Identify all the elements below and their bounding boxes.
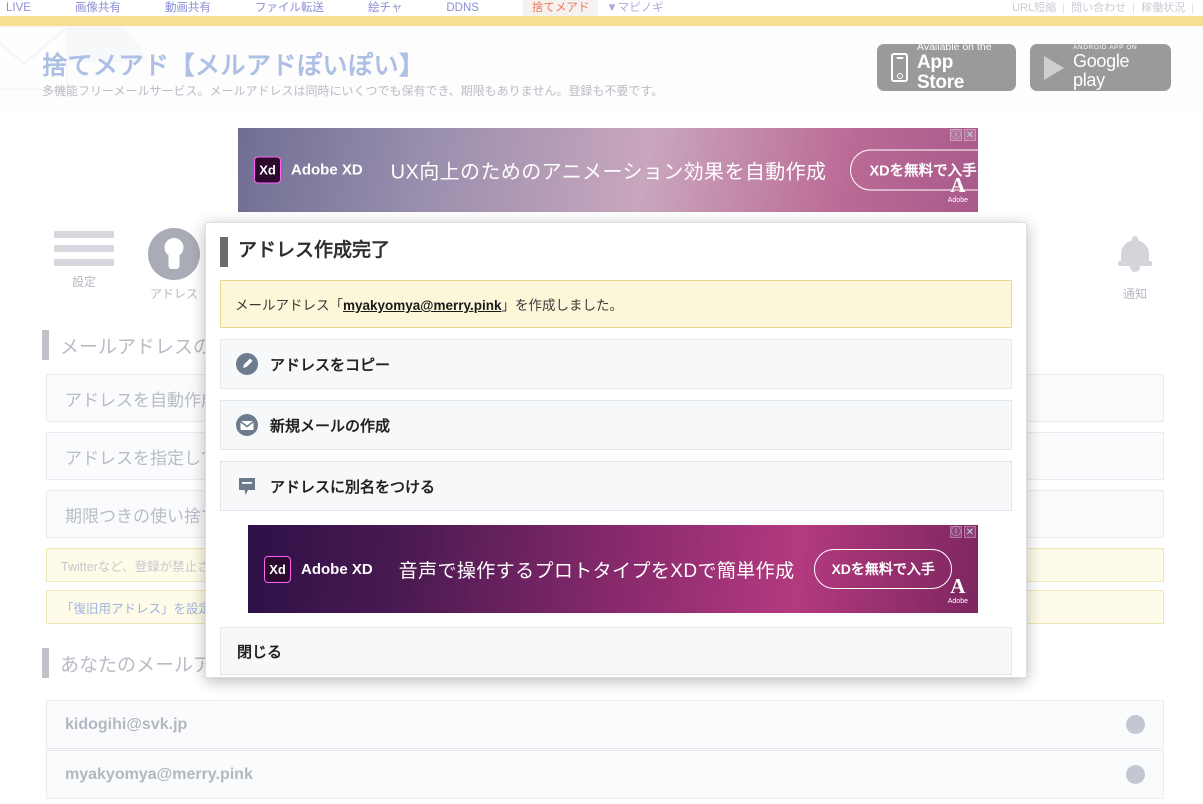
top-ad-brand: Adobe XD: [291, 161, 363, 179]
address-row-1-status-dot: [1126, 715, 1145, 734]
tool-settings-label: 設定: [71, 275, 96, 289]
modal-ad-info-icon[interactable]: ⓘ: [950, 526, 962, 538]
address-row-2[interactable]: myakyomya@merry.pink: [46, 750, 1164, 799]
modal-title: アドレス作成完了: [220, 237, 1010, 267]
google-play-badge-text: ANDROID APP ON Google play: [1073, 44, 1157, 90]
google-play-big-label: Google play: [1073, 51, 1130, 90]
nav-separator-3: |: [1191, 2, 1194, 14]
modal-adobe-wordmark: Adobe: [947, 598, 968, 605]
adobe-wordmark: Adobe: [947, 197, 968, 204]
nav-item-url-shortener[interactable]: URL短縮: [1012, 2, 1056, 14]
page-root: LIVE 画像共有 動画共有 ファイル転送 絵チャ DDNS 捨てメアド ▼マピ…: [0, 0, 1203, 804]
modal-adobe-a-glyph: A: [950, 574, 966, 598]
adobe-logo-icon: A Adobe: [947, 173, 968, 205]
nav-item-mabinogi-dropdown[interactable]: ▼マピノギ: [606, 0, 663, 16]
address-row-1-label: kidogihi@svk.jp: [65, 715, 188, 733]
modal-notice-suffix: 」を作成しました。: [501, 298, 624, 313]
address-row-2-label: myakyomya@merry.pink: [65, 765, 253, 783]
nav-item-live[interactable]: LIVE: [6, 0, 31, 16]
adobe-a-glyph: A: [950, 173, 966, 197]
app-store-badge[interactable]: Available on the App Store: [877, 42, 1016, 93]
nav-separator-1: |: [1062, 2, 1066, 14]
modal-ad-brand: Adobe XD: [301, 560, 373, 578]
app-store-big-label: App Store: [917, 52, 965, 94]
address-created-modal: アドレス作成完了 メールアドレス「myakyomya@merry.pink」を作…: [205, 222, 1027, 678]
keyhole-icon: [148, 228, 200, 280]
modal-item-new-mail[interactable]: 新規メールの作成: [220, 400, 1012, 450]
ad-info-icon[interactable]: ⓘ: [950, 129, 962, 141]
modal-ad-copy: 音声で操作するプロトタイプをXDで簡単作成: [398, 560, 795, 582]
nav-item-disposable-mail[interactable]: 捨てメアド: [522, 0, 599, 16]
top-navigation-bar: LIVE 画像共有 動画共有 ファイル転送 絵チャ DDNS 捨てメアド ▼マピ…: [0, 0, 1203, 16]
hamburger-menu-icon: [54, 231, 114, 266]
gold-accent-bar: [0, 16, 1203, 26]
modal-adobe-logo-icon: A Adobe: [947, 574, 968, 606]
nav-item-file-transfer[interactable]: ファイル転送: [255, 0, 324, 16]
envelope-circle-icon: [236, 414, 258, 436]
nav-item-video-share[interactable]: 動画共有: [165, 0, 211, 16]
modal-ad-content: Xd Adobe XD 音声で操作するプロトタイプをXDで簡単作成 XDを無料で…: [248, 549, 978, 589]
top-ad-controls: ⓘ ✕: [950, 129, 976, 141]
modal-item-alias[interactable]: アドレスに別名をつける: [220, 461, 1012, 511]
nav-item-status[interactable]: 稼働状況: [1141, 2, 1185, 14]
pencil-circle-icon: [236, 353, 258, 375]
modal-item-copy-label: アドレスをコピー: [270, 356, 391, 374]
nav-right-group: URL短縮 | 問い合わせ | 稼働状況 |: [1012, 0, 1197, 16]
modal-notice-email-link[interactable]: myakyomya@merry.pink: [343, 298, 502, 313]
modal-advertisement-banner[interactable]: ⓘ ✕ Xd Adobe XD 音声で操作するプロトタイプをXDで簡単作成 XD…: [248, 525, 978, 613]
bell-icon: [1087, 228, 1183, 280]
iphone-icon: [891, 53, 908, 82]
modal-item-copy-address[interactable]: アドレスをコピー: [220, 339, 1012, 389]
page-title: 捨てメアド【メルアドぽいぽい】: [42, 52, 425, 80]
app-store-badge-text: Available on the App Store: [917, 42, 1002, 93]
page-subtitle: 多機能フリーメールサービス。メールアドレスは同時にいくつでも保有でき、期限もあり…: [42, 84, 664, 98]
modal-close-button[interactable]: 閉じる: [220, 627, 1012, 675]
nav-separator-2: |: [1132, 2, 1136, 14]
modal-ad-controls: ⓘ ✕: [950, 526, 976, 538]
google-play-badge[interactable]: ANDROID APP ON Google play: [1030, 44, 1171, 91]
modal-item-alias-label: アドレスに別名をつける: [270, 478, 436, 496]
address-row-2-status-dot: [1126, 765, 1145, 784]
modal-ad-cta-button[interactable]: XDを無料で入手: [814, 549, 952, 589]
nav-item-image-share[interactable]: 画像共有: [75, 0, 121, 16]
tool-notification[interactable]: 通知: [1087, 228, 1183, 302]
play-triangle-icon: [1044, 55, 1064, 80]
tool-settings[interactable]: 設定: [36, 228, 132, 290]
modal-notice-message: メールアドレス「myakyomya@merry.pink」を作成しました。: [220, 280, 1012, 328]
store-badges: Available on the App Store ANDROID APP O…: [877, 42, 1171, 93]
nav-item-contact[interactable]: 問い合わせ: [1071, 2, 1126, 14]
top-advertisement-banner[interactable]: ⓘ ✕ Xd Adobe XD UX向上のためのアニメーション効果を自動作成 X…: [238, 128, 978, 212]
modal-notice-prefix: メールアドレス「: [235, 298, 343, 313]
tool-notification-label: 通知: [1122, 287, 1147, 301]
top-ad-copy: UX向上のためのアニメーション効果を自動作成: [390, 161, 827, 184]
modal-ad-close-icon[interactable]: ✕: [964, 526, 976, 538]
address-row-1[interactable]: kidogihi@svk.jp: [46, 700, 1164, 749]
site-header: 捨てメアド【メルアドぽいぽい】 多機能フリーメールサービス。メールアドレスは同時…: [0, 26, 1203, 112]
ad-close-icon[interactable]: ✕: [964, 129, 976, 141]
adobe-xd-logo-icon: Xd: [254, 156, 281, 184]
nav-item-draw-chat[interactable]: 絵チャ: [368, 0, 402, 16]
top-ad-content: Xd Adobe XD UX向上のためのアニメーション効果を自動作成 XDを無料…: [238, 149, 978, 191]
modal-item-new-mail-label: 新規メールの作成: [270, 417, 391, 435]
modal-adobe-xd-logo-icon: Xd: [264, 555, 291, 583]
nav-item-ddns[interactable]: DDNS: [446, 0, 479, 16]
speech-bubble-icon: [239, 478, 255, 495]
section-title-my-addresses: あなたのメールア: [36, 648, 212, 678]
nav-left-group: LIVE 画像共有 動画共有 ファイル転送 絵チャ DDNS 捨てメアド ▼マピ…: [0, 0, 664, 16]
